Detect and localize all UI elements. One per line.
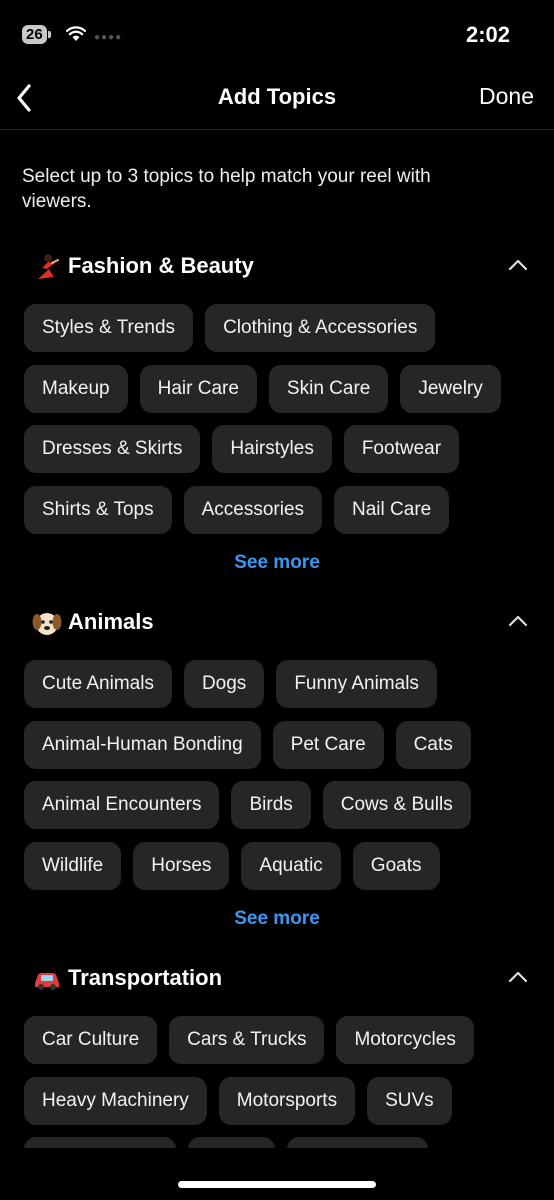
- topic-chip-partial[interactable]: [188, 1137, 275, 1148]
- topic-chip[interactable]: Skin Care: [268, 364, 389, 413]
- topic-chip[interactable]: Cows & Bulls: [322, 781, 471, 829]
- topic-chip[interactable]: Wildlife: [24, 841, 122, 890]
- topic-chip[interactable]: Car Culture: [24, 1016, 158, 1064]
- section-header-transportation[interactable]: Transportation: [32, 963, 554, 995]
- done-button[interactable]: Done: [479, 83, 534, 110]
- topic-chip[interactable]: Pet Care: [272, 720, 384, 769]
- topic-chip[interactable]: Motorcycles: [336, 1016, 474, 1064]
- topic-chip[interactable]: Dogs: [183, 660, 265, 708]
- chevron-up-icon[interactable]: [508, 258, 528, 272]
- nav-header: Add Topics Done: [0, 68, 554, 130]
- status-time: 2:02: [465, 22, 510, 47]
- see-more-link[interactable]: See more: [0, 908, 554, 930]
- intro-text: Select up to 3 topics to help match your…: [22, 166, 431, 212]
- topic-chip[interactable]: Clothing & Accessories: [205, 304, 436, 352]
- wifi-icon: [66, 26, 86, 41]
- add-topics-screen: 26 ●●●● 2:02 Add Topics Done Select up t…: [0, 0, 554, 1200]
- topic-chip[interactable]: Jewelry: [400, 364, 501, 413]
- topic-chip[interactable]: Cats: [395, 720, 471, 769]
- home-indicator[interactable]: [178, 1181, 376, 1188]
- section-header-fashion-beauty[interactable]: Fashion & Beauty: [32, 251, 554, 283]
- topic-chip[interactable]: Motorsports: [218, 1076, 356, 1125]
- topic-chip[interactable]: Heavy Machinery: [24, 1076, 207, 1125]
- dancer-icon: [38, 254, 59, 279]
- section-title: Transportation: [68, 965, 223, 990]
- dog-face-icon: [32, 613, 62, 635]
- section-header-animals[interactable]: Animals: [32, 607, 554, 639]
- status-bar: 26 ●●●● 2:02: [0, 0, 554, 68]
- topic-chip[interactable]: Shirts & Tops: [24, 485, 172, 534]
- chevron-up-icon[interactable]: [508, 614, 528, 628]
- battery-indicator: 26: [22, 25, 51, 44]
- topic-chip[interactable]: Dresses & Skirts: [24, 425, 201, 473]
- topic-chip[interactable]: Footwear: [343, 425, 460, 473]
- topic-chip[interactable]: Animal Encounters: [24, 781, 220, 829]
- see-more-link[interactable]: See more: [0, 552, 554, 574]
- topic-chip-partial[interactable]: [287, 1137, 428, 1148]
- section-title: Fashion & Beauty: [68, 253, 254, 278]
- topic-chip[interactable]: Birds: [231, 781, 311, 829]
- section-title: Animals: [68, 609, 154, 634]
- topic-chip[interactable]: Funny Animals: [276, 660, 437, 708]
- topic-chips-animals: Cute Animals Dogs Funny Animals Animal-H…: [24, 660, 544, 902]
- topic-chip[interactable]: Accessories: [183, 485, 323, 534]
- topic-chip[interactable]: Aquatic: [241, 841, 341, 890]
- topic-chips-fashion-beauty: Styles & Trends Clothing & Accessories M…: [24, 304, 544, 546]
- topic-chip[interactable]: Hairstyles: [212, 425, 332, 473]
- topic-chip-partial[interactable]: [24, 1137, 176, 1148]
- topic-chip[interactable]: Nail Care: [334, 485, 450, 534]
- topic-chip[interactable]: Makeup: [24, 364, 128, 413]
- chevron-up-icon[interactable]: [508, 970, 528, 984]
- topic-chip[interactable]: Cute Animals: [24, 660, 172, 708]
- topic-chip[interactable]: Hair Care: [139, 364, 257, 413]
- topic-chip[interactable]: Animal-Human Bonding: [24, 720, 261, 769]
- topic-chip[interactable]: Horses: [133, 841, 230, 890]
- topic-chip[interactable]: SUVs: [367, 1076, 452, 1125]
- signal-icon: ●●●●: [94, 32, 123, 43]
- topic-chips-transportation: Car Culture Cars & Trucks Motorcycles He…: [24, 1016, 544, 1148]
- topic-chip[interactable]: Cars & Trucks: [169, 1016, 325, 1064]
- page-title: Add Topics: [217, 84, 337, 109]
- topic-chip[interactable]: Goats: [352, 841, 440, 890]
- car-icon: [35, 973, 59, 990]
- topic-chip[interactable]: Styles & Trends: [24, 304, 194, 352]
- topics-scroll-area[interactable]: Select up to 3 topics to help match your…: [0, 131, 554, 1148]
